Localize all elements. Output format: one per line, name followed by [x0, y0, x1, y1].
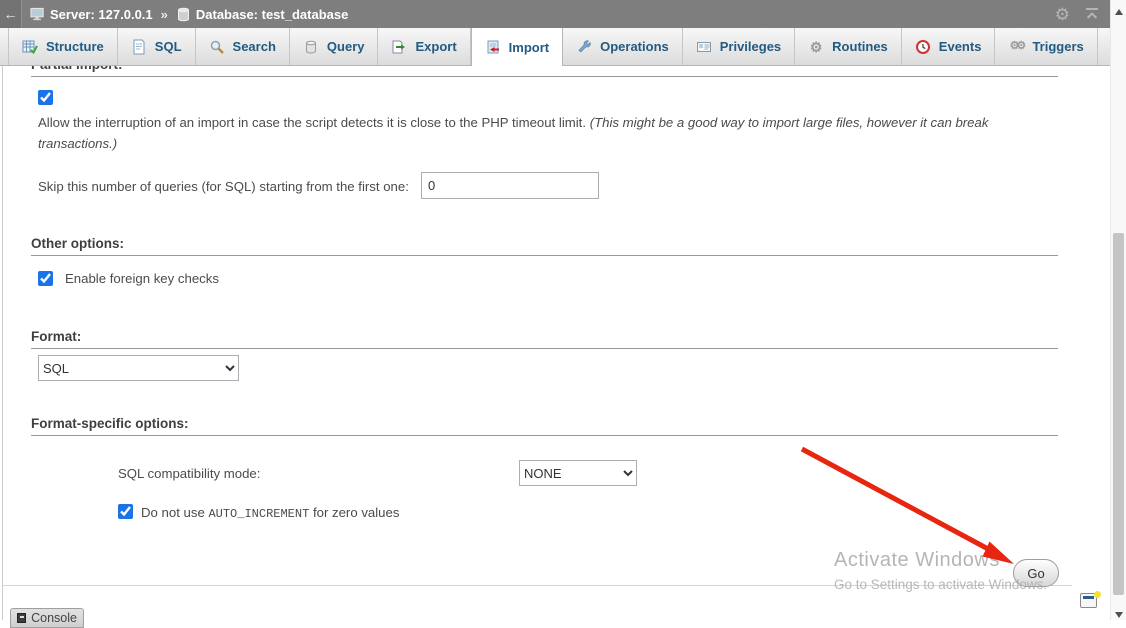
tab-label: Export [415, 39, 456, 54]
foreign-key-checkbox[interactable] [38, 271, 53, 286]
query-cylinder-icon [303, 39, 319, 55]
other-options-heading: Other options: [31, 236, 1058, 256]
privileges-card-icon [696, 39, 712, 55]
tab-label: Import [509, 40, 549, 55]
left-arrow-icon: ← [4, 6, 18, 22]
allow-interrupt-description: Allow the interruption of an import in c… [38, 112, 1028, 154]
tab-label: Privileges [720, 39, 781, 54]
import-icon [485, 39, 501, 55]
events-clock-icon [915, 39, 931, 55]
vertical-scrollbar[interactable] [1110, 0, 1126, 620]
format-heading: Format: [31, 329, 1058, 349]
breadcrumb: Server: 127.0.0.1 » Database: test_datab… [30, 6, 348, 22]
format-specific-heading: Format-specific options: [31, 416, 1058, 436]
export-icon [391, 39, 407, 55]
sql-compat-select[interactable]: NONE [519, 460, 637, 486]
red-arrow-annotation [0, 0, 1126, 620]
tab-routines[interactable]: ⚙ Routines [795, 28, 902, 65]
scrollbar-thumb[interactable] [1113, 233, 1124, 595]
breadcrumb-server-label: Server: 127.0.0.1 [50, 7, 153, 22]
tab-label: Query [327, 39, 365, 54]
breadcrumb-database-link[interactable]: Database: test_database [176, 6, 348, 22]
database-icon [176, 6, 192, 22]
format-select[interactable]: SQL [38, 355, 239, 381]
tab-label: Routines [832, 39, 888, 54]
breadcrumb-bar: ← Server: 127.0.0.1 » Database: test_dat… [0, 0, 1126, 28]
structure-table-icon [22, 39, 38, 55]
routines-gear-icon: ⚙ [808, 39, 824, 55]
description-normal-text: Allow the interruption of an import in c… [38, 115, 590, 130]
activate-windows-watermark: Activate Windows [834, 549, 1000, 572]
tab-label: Events [939, 39, 982, 54]
foreign-key-label: Enable foreign key checks [65, 271, 219, 286]
tab-export[interactable]: Export [378, 28, 470, 65]
settings-gear-icon[interactable]: ⚙ [1055, 6, 1070, 23]
breadcrumb-server-link[interactable]: Server: 127.0.0.1 [30, 6, 153, 22]
console-label: Console [31, 611, 77, 625]
console-toggle[interactable]: Console [10, 608, 84, 628]
triggers-gears-icon: ⚙⚙ [1008, 39, 1024, 55]
tab-operations[interactable]: Operations [563, 28, 683, 65]
wrench-icon [576, 39, 592, 55]
scrollbar-up-arrow[interactable] [1115, 9, 1123, 15]
auto-increment-label-post: for zero values [309, 505, 399, 520]
tab-events[interactable]: Events [902, 28, 996, 65]
sql-compat-label: SQL compatibility mode: [118, 466, 260, 481]
tab-privileges[interactable]: Privileges [683, 28, 795, 65]
auto-increment-code: AUTO_INCREMENT [208, 507, 309, 521]
skip-queries-label: Skip this number of queries (for SQL) st… [38, 179, 409, 194]
page-left-border [2, 28, 3, 620]
server-monitor-icon [30, 6, 46, 22]
tab-import[interactable]: Import [471, 28, 563, 66]
tab-structure[interactable]: Structure [8, 28, 118, 65]
auto-increment-label: Do not use AUTO_INCREMENT for zero value… [141, 505, 399, 521]
scrollbar-down-arrow[interactable] [1115, 612, 1123, 618]
activate-windows-subtext: Go to Settings to activate Windows. [834, 577, 1047, 592]
sql-page-icon [131, 39, 147, 55]
tab-search[interactable]: Search [196, 28, 290, 65]
breadcrumb-database-label: Database: test_database [196, 7, 348, 22]
tab-label: Search [233, 39, 276, 54]
tab-label: Operations [600, 39, 669, 54]
red-arrow-shaft [802, 449, 990, 550]
scroll-to-top-icon[interactable] [1084, 7, 1100, 21]
tab-query[interactable]: Query [290, 28, 379, 65]
auto-increment-label-pre: Do not use [141, 505, 208, 520]
yellow-dot [1094, 591, 1101, 598]
skip-queries-input[interactable] [421, 172, 599, 199]
tab-label: Triggers [1032, 39, 1083, 54]
new-window-icon[interactable] [1080, 591, 1101, 610]
allow-interrupt-checkbox[interactable] [38, 90, 53, 105]
tab-label: Structure [46, 39, 104, 54]
console-terminal-icon [17, 613, 26, 623]
breadcrumb-separator: » [161, 7, 168, 22]
tab-label: SQL [155, 39, 182, 54]
tab-sql[interactable]: SQL [118, 28, 196, 65]
search-icon [209, 39, 225, 55]
tab-triggers[interactable]: ⚙⚙ Triggers [995, 28, 1097, 65]
collapse-nav-button[interactable]: ← [0, 0, 22, 28]
auto-increment-checkbox[interactable] [118, 504, 133, 519]
database-tabbar: Structure SQL Search Query Export Import… [0, 28, 1126, 66]
